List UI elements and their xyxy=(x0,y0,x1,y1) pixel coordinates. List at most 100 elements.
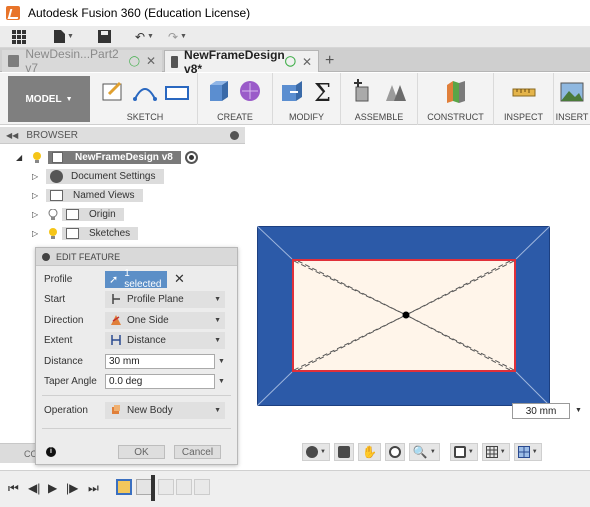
dimension-dropdown-icon[interactable]: ▼ xyxy=(575,407,582,414)
pan-button[interactable]: ✋ xyxy=(357,443,381,461)
window-title: Autodesk Fusion 360 (Education License) xyxy=(28,6,251,20)
distance-dropdown-icon[interactable]: ▼ xyxy=(218,358,225,365)
activate-component-icon[interactable] xyxy=(184,151,198,164)
construct-group[interactable]: CONSTRUCT xyxy=(418,73,494,125)
insert-group[interactable]: INSERT xyxy=(554,73,590,125)
expand-arrow-icon[interactable]: ▷ xyxy=(32,229,42,238)
step-forward-icon[interactable]: |▶ xyxy=(66,481,78,495)
start-value: Profile Plane xyxy=(127,293,184,305)
rectangle-icon[interactable] xyxy=(164,79,190,105)
press-pull-icon[interactable] xyxy=(278,79,304,105)
extrude-icon[interactable] xyxy=(206,79,232,105)
create-group[interactable]: CREATE xyxy=(198,73,273,125)
inspect-group[interactable]: INSPECT xyxy=(494,73,554,125)
undo-button[interactable]: ↶ ▼ xyxy=(131,30,158,44)
tab-newdesin-part2[interactable]: NewDesin...Part2 v7 ◯ ✕ xyxy=(2,47,162,75)
comments-bar[interactable]: CO xyxy=(0,443,38,463)
insert-image-icon[interactable] xyxy=(559,79,585,105)
grid-settings-button[interactable]: ▼ xyxy=(481,443,510,461)
extent-select[interactable]: Distance ▼ xyxy=(105,331,225,349)
assemble-group-label: ASSEMBLE xyxy=(354,112,404,122)
display-settings-button[interactable]: ▼ xyxy=(449,443,478,461)
look-at-button[interactable] xyxy=(333,443,354,461)
timeline-suppressed-feature[interactable] xyxy=(158,479,174,495)
expand-arrow-icon[interactable]: ▷ xyxy=(32,172,42,181)
browser-root-node[interactable]: ◢ NewFrameDesign v8 xyxy=(16,149,198,166)
expand-arrow-icon[interactable]: ▷ xyxy=(32,210,42,219)
timeline-marker[interactable] xyxy=(151,475,155,501)
dimension-value: 30 mm xyxy=(525,405,557,417)
expand-arrow-icon[interactable]: ◢ xyxy=(16,153,26,162)
tab-label: NewFrameDesign v8* xyxy=(184,47,285,76)
step-back-icon[interactable]: ◀| xyxy=(28,481,40,495)
visibility-bulb-icon[interactable] xyxy=(48,227,58,240)
offset-plane-icon[interactable] xyxy=(443,79,469,105)
taper-dropdown-icon[interactable]: ▼ xyxy=(218,378,225,385)
ok-button[interactable]: OK xyxy=(118,445,165,459)
browser-options-icon[interactable] xyxy=(230,130,239,140)
zoom-button[interactable] xyxy=(384,443,405,461)
timeline-extrude-feature[interactable] xyxy=(136,479,152,495)
collapse-dialog-icon[interactable] xyxy=(42,252,50,261)
root-node-label[interactable]: NewFrameDesign v8 xyxy=(48,151,181,164)
file-menu-button[interactable]: ▼ xyxy=(50,30,78,43)
go-to-end-icon[interactable]: ⏭ xyxy=(88,481,99,496)
arc-icon[interactable] xyxy=(132,79,158,105)
fit-button[interactable]: 🔍 ▼ xyxy=(408,443,440,461)
profile-selection[interactable]: ➚ 1 selected xyxy=(105,268,167,290)
go-to-start-icon[interactable]: ⏮ xyxy=(8,481,19,496)
tab-newframedesign[interactable]: NewFrameDesign v8* ◯ ✕ xyxy=(164,48,319,76)
pan-hand-icon: ✋ xyxy=(361,445,377,459)
extrude-distance-manipulator[interactable]: 30 mm xyxy=(512,403,570,419)
redo-button[interactable]: ↷ ▼ xyxy=(164,30,191,44)
new-component-icon[interactable] xyxy=(350,79,376,105)
timeline-sketch-feature[interactable] xyxy=(116,479,132,495)
browser-item-sketches[interactable]: ▷ Sketches xyxy=(32,225,139,242)
named-views-node: Named Views xyxy=(46,189,143,202)
play-icon[interactable]: ▶ xyxy=(48,481,57,495)
sigma-parameters-icon[interactable]: Σ xyxy=(310,79,336,105)
sketch-group[interactable]: SKETCH xyxy=(93,73,198,125)
modify-group[interactable]: Σ MODIFY xyxy=(273,73,341,125)
save-button[interactable] xyxy=(94,30,115,43)
clear-selection-icon[interactable]: ✕ xyxy=(174,271,185,287)
distance-label: Distance xyxy=(44,355,83,367)
edit-feature-header[interactable]: EDIT FEATURE xyxy=(36,248,237,266)
expand-arrow-icon[interactable]: ▷ xyxy=(32,191,42,200)
workspace-switcher[interactable]: MODEL ▼ xyxy=(8,76,90,122)
operation-label: Operation xyxy=(44,404,88,416)
create-sketch-icon[interactable] xyxy=(100,79,126,105)
orbit-button[interactable]: ▼ xyxy=(302,443,330,461)
look-at-icon xyxy=(337,446,350,458)
browser-item-origin[interactable]: ▷ Origin xyxy=(32,206,124,223)
joint-icon[interactable] xyxy=(382,79,408,105)
divider xyxy=(42,395,231,396)
visibility-bulb-off-icon[interactable] xyxy=(48,208,58,221)
center-point[interactable] xyxy=(402,311,410,319)
timeline-suppressed-feature[interactable] xyxy=(176,479,192,495)
distance-input[interactable] xyxy=(105,353,215,369)
browser-item-named-views[interactable]: ▷ Named Views xyxy=(32,187,143,204)
timeline-suppressed-feature[interactable] xyxy=(194,479,210,495)
collapse-browser-icon[interactable]: ◀◀ xyxy=(6,131,18,140)
start-select[interactable]: Profile Plane ▼ xyxy=(105,290,225,308)
extruded-body[interactable] xyxy=(257,226,550,406)
measure-icon[interactable] xyxy=(511,79,537,105)
close-tab-icon[interactable]: ✕ xyxy=(302,55,312,69)
document-settings-node: Document Settings xyxy=(46,169,164,184)
cancel-button[interactable]: Cancel xyxy=(174,445,221,459)
data-panel-grid-icon[interactable] xyxy=(8,29,30,44)
form-icon[interactable] xyxy=(238,79,264,105)
new-tab-plus-icon[interactable]: + xyxy=(325,52,334,70)
browser-header[interactable]: ◀◀ BROWSER xyxy=(0,127,245,144)
close-tab-icon[interactable]: ✕ xyxy=(146,54,156,68)
info-icon[interactable]: i xyxy=(46,447,56,457)
visibility-bulb-icon[interactable] xyxy=(32,151,42,164)
sketch-profile[interactable] xyxy=(292,259,516,372)
operation-select[interactable]: New Body ▼ xyxy=(105,401,225,419)
viewports-button[interactable]: ▼ xyxy=(513,443,542,461)
browser-item-document-settings[interactable]: ▷ Document Settings xyxy=(32,168,164,185)
taper-angle-input[interactable] xyxy=(105,373,215,389)
assemble-group[interactable]: ASSEMBLE xyxy=(341,73,418,125)
direction-select[interactable]: One Side ▼ xyxy=(105,311,225,329)
